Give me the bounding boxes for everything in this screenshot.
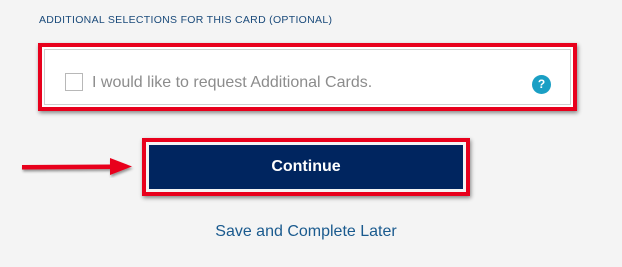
continue-button[interactable]: Continue (149, 145, 463, 189)
continue-button-highlight: Continue (142, 138, 470, 196)
additional-cards-option: I would like to request Additional Cards… (44, 49, 571, 105)
section-heading: ADDITIONAL SELECTIONS FOR THIS CARD (OPT… (39, 14, 333, 26)
question-mark-icon[interactable]: ? (532, 75, 551, 94)
additional-cards-option-highlight: I would like to request Additional Cards… (38, 43, 577, 111)
red-arrow-icon (22, 158, 132, 175)
additional-cards-checkbox[interactable] (65, 73, 83, 91)
additional-cards-label[interactable]: I would like to request Additional Cards… (92, 74, 372, 92)
save-and-complete-later-link[interactable]: Save and Complete Later (0, 223, 612, 241)
